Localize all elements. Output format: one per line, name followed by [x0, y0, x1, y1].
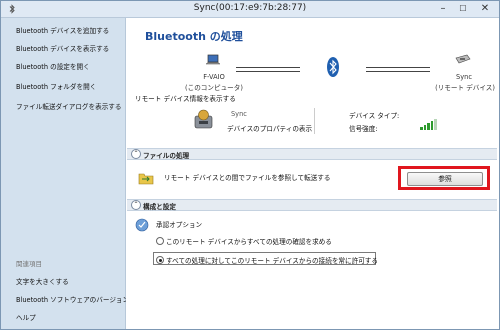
local-device-name: F-VAIO	[203, 73, 225, 81]
highlight-box: 参照	[398, 166, 490, 190]
sidebar: Bluetooth デバイスを追加する Bluetooth デバイスを表示する …	[1, 18, 142, 329]
divider	[314, 108, 315, 134]
option-always-allow-label: すべての処理に対してこのリモート デバイスからの接続を常に許可する	[166, 257, 378, 265]
device-type-label: デバイス タイプ:	[349, 112, 400, 120]
connection-line-right-2	[366, 71, 430, 72]
phone-device-icon	[455, 54, 471, 64]
sync-device-name: Sync	[231, 110, 247, 118]
close-button[interactable]: ✕	[477, 3, 493, 15]
collapse-icon[interactable]: ⌃	[131, 149, 141, 159]
sidebar-item-larger-text[interactable]: 文字を大きくする	[16, 276, 69, 286]
file-transfer-icon	[138, 173, 154, 185]
window-title: Sync(00:17:e9:7b:28:77)	[193, 3, 307, 13]
file-section-title: ファイルの処理	[143, 152, 190, 160]
minimize-button[interactable]: –	[435, 3, 451, 15]
sidebar-item-open-settings[interactable]: Bluetooth の設定を開く	[16, 61, 90, 71]
config-section-title: 構成と設定	[143, 203, 176, 211]
config-section-header[interactable]: ⌃ 構成と設定	[127, 199, 497, 211]
connection-line-left	[236, 67, 300, 68]
bluetooth-icon	[327, 57, 339, 77]
connection-line-right	[366, 67, 430, 68]
title-bar: Sync(00:17:e9:7b:28:77) – ☐ ✕	[1, 1, 499, 18]
maximize-button[interactable]: ☐	[455, 3, 471, 15]
signal-strength-icon	[420, 118, 437, 130]
remote-device-sub: (リモート デバイス)	[435, 84, 495, 92]
browse-button[interactable]: 参照	[407, 172, 483, 186]
main-panel: Bluetooth の処理 F-VAIO (このコンピュータ) Sync (リモ…	[126, 18, 499, 329]
sidebar-item-version-info[interactable]: Bluetooth ソフトウェアのバージョン情報	[16, 294, 142, 304]
approval-options-icon	[135, 218, 149, 232]
signal-strength-label: 信号強度:	[349, 125, 378, 133]
radio-always-allow[interactable]	[156, 256, 164, 264]
file-section-header[interactable]: ⌃ ファイルの処理	[127, 148, 497, 160]
related-items-heading: 関連項目	[16, 260, 42, 268]
file-section-description: リモート デバイスとの間でファイルを参照して転送する	[164, 174, 331, 182]
local-device-sub: (このコンピュータ)	[185, 84, 243, 92]
sidebar-item-help[interactable]: ヘルプ	[16, 312, 36, 322]
collapse-icon[interactable]: ⌃	[131, 200, 141, 210]
sidebar-item-file-transfer[interactable]: ファイル転送ダイアログを表示する	[16, 101, 122, 111]
option-ask-confirmation-label: このリモート デバイスからすべての処理の確認を求める	[166, 238, 332, 246]
remote-device-info-link[interactable]: リモート デバイス情報を表示する	[135, 93, 236, 103]
sidebar-item-add-device[interactable]: Bluetooth デバイスを追加する	[16, 25, 109, 35]
connection-line-left-2	[236, 71, 300, 72]
sync-device-icon	[194, 109, 213, 129]
laptop-icon	[206, 54, 220, 65]
sidebar-item-show-devices[interactable]: Bluetooth デバイスを表示する	[16, 43, 109, 53]
sidebar-item-open-folder[interactable]: Bluetooth フォルダを開く	[16, 81, 96, 91]
remote-device-name: Sync	[456, 73, 472, 81]
approval-options-title: 承認オプション	[156, 221, 203, 229]
device-properties-link[interactable]: デバイスのプロパティの表示	[227, 123, 312, 133]
radio-ask-confirmation[interactable]	[156, 237, 164, 245]
page-title: Bluetooth の処理	[145, 30, 243, 43]
bluetooth-window: Sync(00:17:e9:7b:28:77) – ☐ ✕ Bluetooth …	[0, 0, 500, 330]
